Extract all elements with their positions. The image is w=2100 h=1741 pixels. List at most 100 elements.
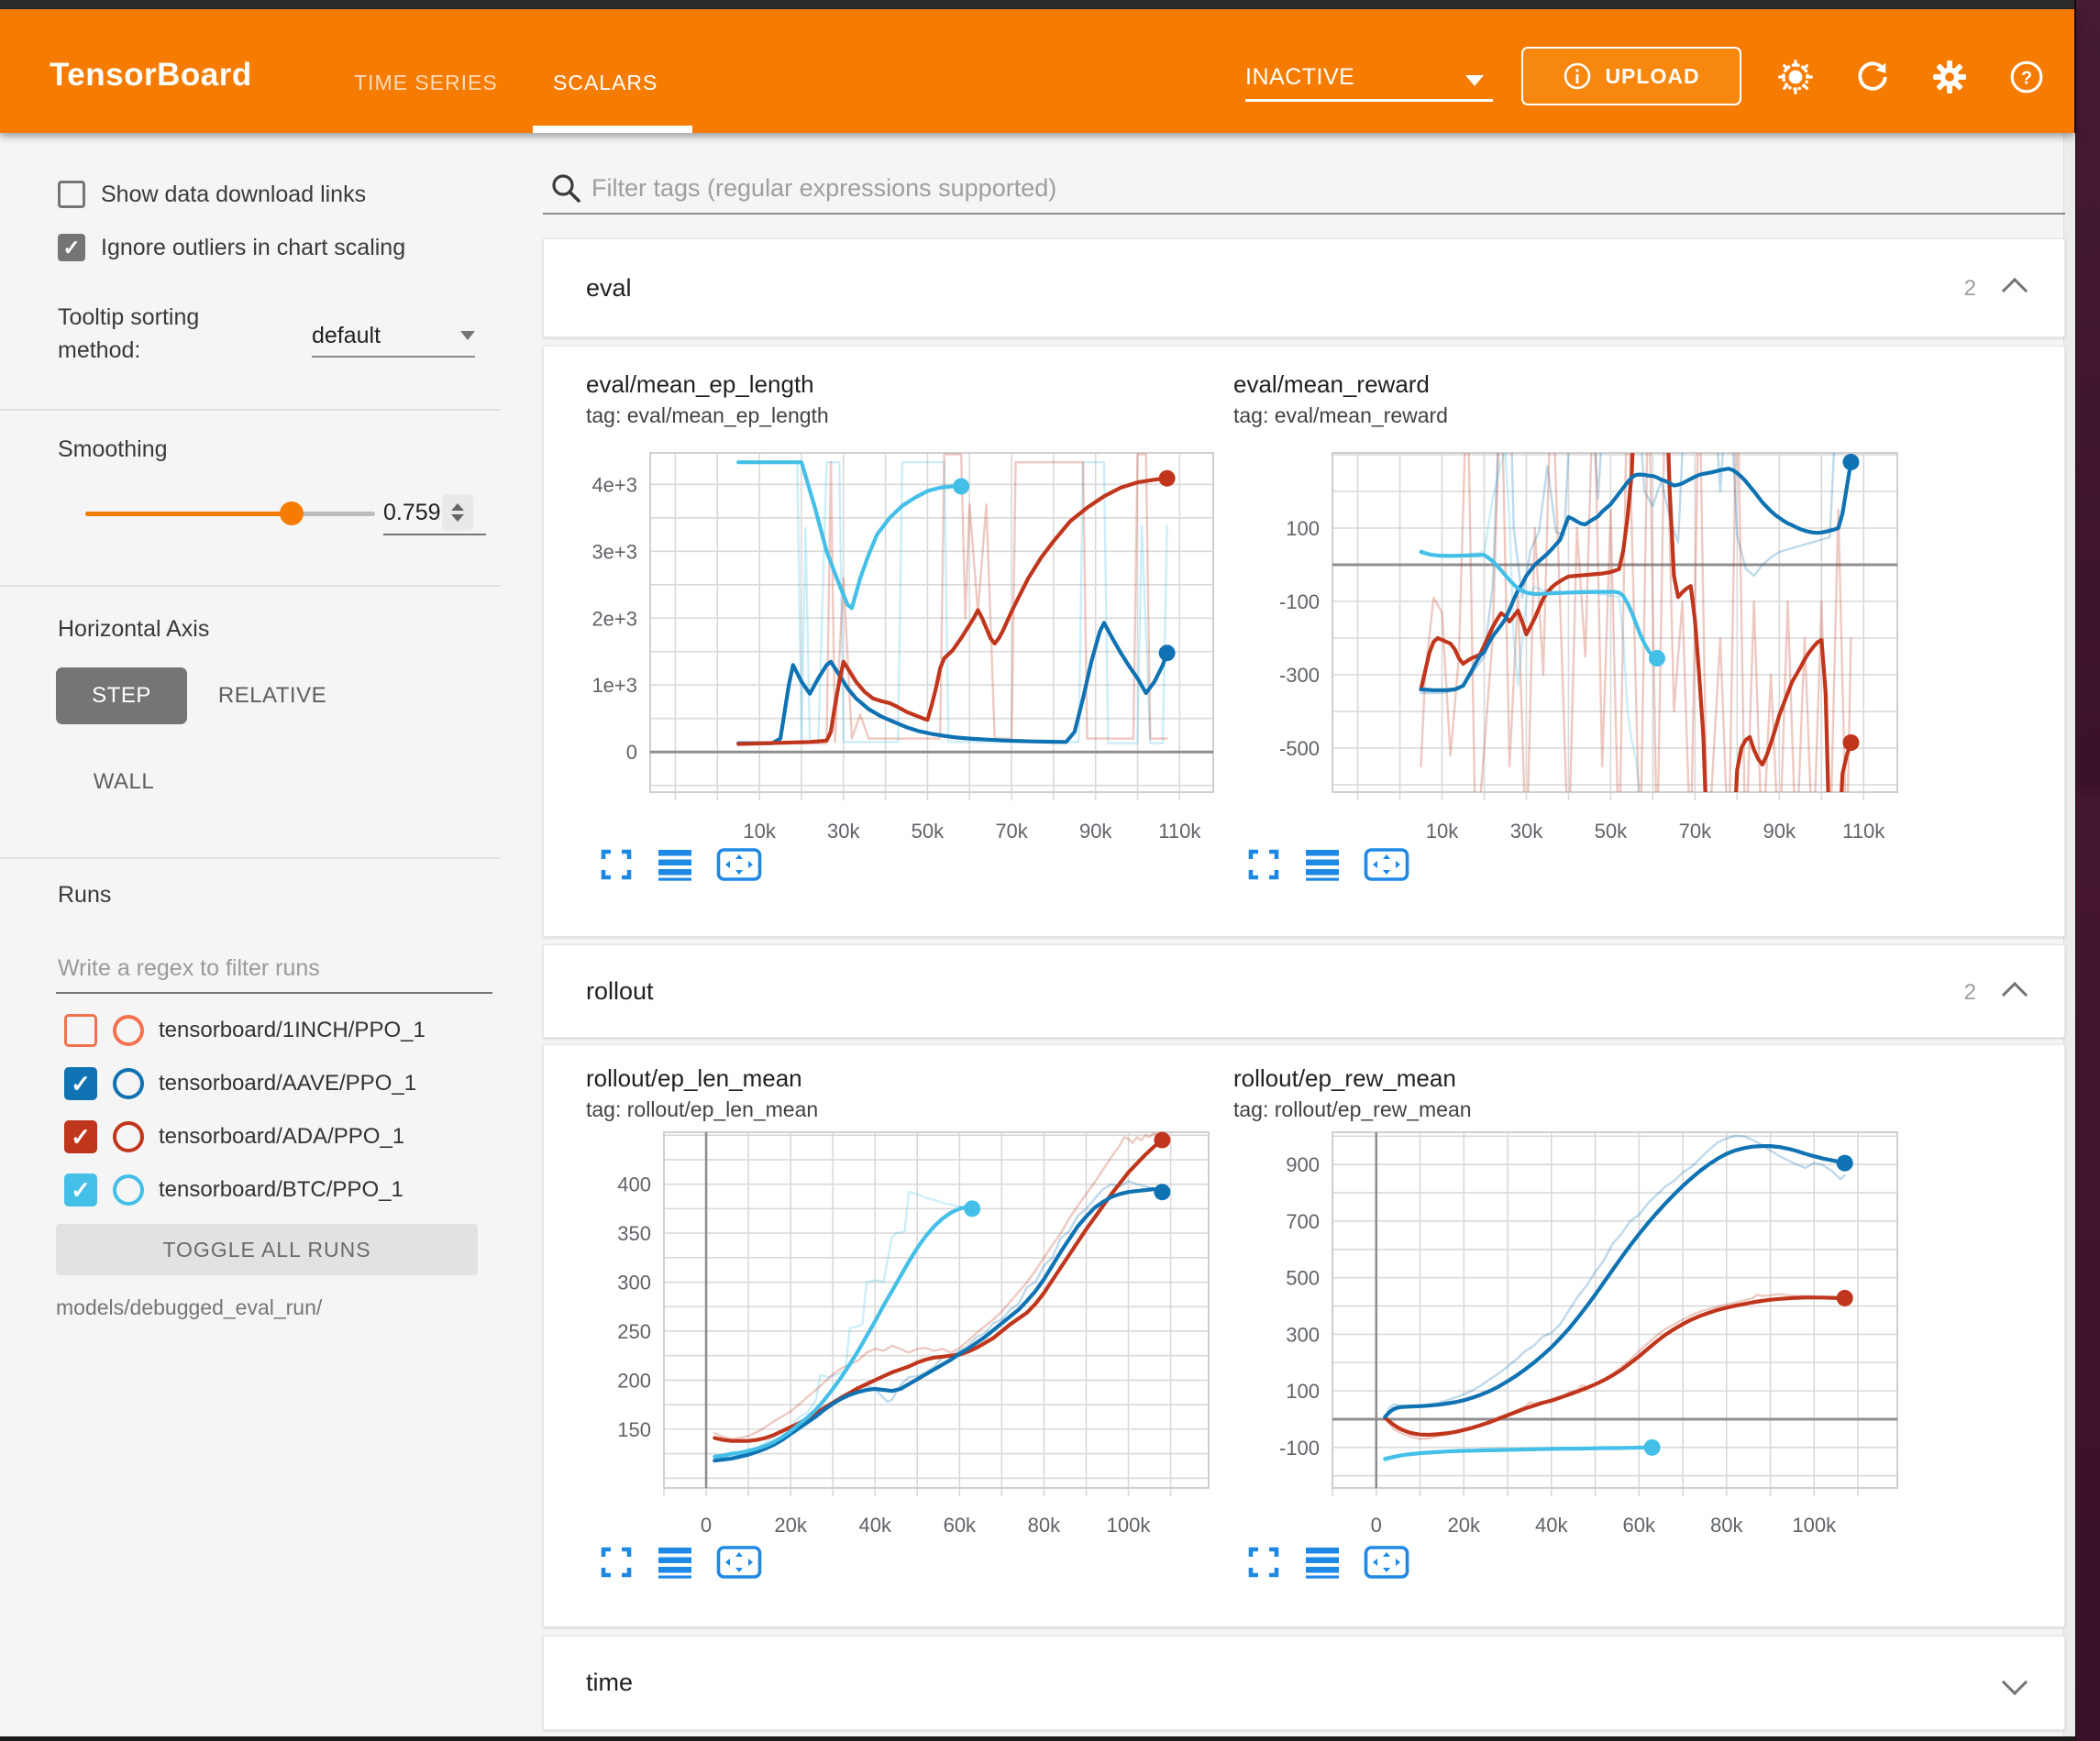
run-checkbox[interactable]: ✓ xyxy=(64,1067,97,1100)
svg-text:-500: -500 xyxy=(1279,737,1320,760)
section-chart-count: 2 xyxy=(1964,980,1976,1006)
stepper-up-icon[interactable] xyxy=(451,503,464,511)
chart-canvas-eval-mean-reward[interactable]: 10k30k50k70k90k110k100-100-300-500 xyxy=(1233,442,1930,838)
smoothing-slider-handle[interactable] xyxy=(280,501,304,525)
chart-title: rollout/ep_len_mean xyxy=(586,1064,802,1093)
pan-zoom-icon[interactable] xyxy=(1364,847,1409,882)
show-download-links-checkbox[interactable]: ✓ xyxy=(58,181,85,208)
run-row: ✓ tensorboard/1INCH/PPO_1 xyxy=(56,1010,496,1051)
fullscreen-icon[interactable] xyxy=(599,1545,634,1580)
run-label: tensorboard/ADA/PPO_1 xyxy=(159,1124,404,1150)
fullscreen-icon[interactable] xyxy=(1246,847,1281,882)
run-color-circle[interactable] xyxy=(113,1015,144,1046)
svg-text:30k: 30k xyxy=(1510,820,1543,838)
pan-zoom-icon[interactable] xyxy=(716,847,762,882)
run-checkbox[interactable]: ✓ xyxy=(64,1174,97,1207)
runs-base-path: models/debugged_eval_run/ xyxy=(56,1295,322,1320)
svg-text:-100: -100 xyxy=(1279,1437,1320,1460)
run-color-circle[interactable] xyxy=(113,1121,144,1152)
run-row: ✓ tensorboard/BTC/PPO_1 xyxy=(56,1170,496,1210)
help-icon[interactable]: ? xyxy=(2009,60,2044,94)
run-checkbox[interactable]: ✓ xyxy=(64,1120,97,1153)
axis-relative-button[interactable]: RELATIVE xyxy=(204,667,341,724)
stepper-down-icon[interactable] xyxy=(451,514,464,522)
smoothing-value-box xyxy=(383,491,486,535)
svg-text:0: 0 xyxy=(701,1514,712,1536)
refresh-icon[interactable] xyxy=(1855,60,1890,94)
tooltip-sorting-value: default xyxy=(312,323,381,349)
app-title: TensorBoard xyxy=(50,57,252,94)
data-table-icon[interactable] xyxy=(658,847,692,882)
run-label: tensorboard/BTC/PPO_1 xyxy=(159,1177,403,1203)
svg-text:40k: 40k xyxy=(858,1514,891,1536)
data-table-icon[interactable] xyxy=(1305,847,1340,882)
chart-canvas-rollout-ep-rew-mean[interactable]: 020k40k60k80k100k-100100300500700900 xyxy=(1233,1121,1930,1536)
toggle-all-runs-button[interactable]: TOGGLE ALL RUNS xyxy=(56,1224,478,1275)
svg-text:20k: 20k xyxy=(1448,1514,1481,1536)
desktop-background-edge xyxy=(2074,0,2100,1741)
chart-title: eval/mean_reward xyxy=(1233,370,1430,399)
data-table-icon[interactable] xyxy=(1305,1545,1340,1580)
section-title: eval xyxy=(586,274,632,303)
chart-canvas-eval-mean-ep-length[interactable]: 10k30k50k70k90k110k01e+32e+33e+34e+3 xyxy=(586,442,1283,838)
tab-scalars[interactable]: SCALARS xyxy=(553,64,658,101)
svg-text:20k: 20k xyxy=(774,1514,807,1536)
runs-filter-input[interactable] xyxy=(56,944,492,994)
svg-text:?: ? xyxy=(2021,68,2032,88)
settings-gear-icon[interactable] xyxy=(1932,60,1967,94)
section-header-time[interactable]: time xyxy=(543,1636,2065,1730)
svg-text:200: 200 xyxy=(617,1369,651,1392)
status-dropdown[interactable]: INACTIVE xyxy=(1245,64,1354,91)
status-dropdown-underline xyxy=(1245,99,1493,102)
svg-text:900: 900 xyxy=(1286,1153,1320,1176)
ignore-outliers-row: ✓ Ignore outliers in chart scaling xyxy=(58,234,405,261)
tab-time-series[interactable]: TIME SERIES xyxy=(354,64,498,101)
svg-text:90k: 90k xyxy=(1079,820,1112,838)
svg-text:60k: 60k xyxy=(1623,1514,1656,1536)
svg-text:350: 350 xyxy=(617,1222,651,1245)
runs-label: Runs xyxy=(58,882,111,909)
smoothing-value-stepper[interactable] xyxy=(442,494,473,531)
run-label: tensorboard/AAVE/PPO_1 xyxy=(159,1071,416,1096)
svg-text:0: 0 xyxy=(626,741,637,764)
upload-button-label: UPLOAD xyxy=(1605,64,1699,89)
section-chart-count: 2 xyxy=(1964,276,1976,302)
search-icon xyxy=(550,172,581,204)
section-body-rollout: rollout/ep_len_mean tag: rollout/ep_len_… xyxy=(543,1044,2065,1627)
chart-canvas-rollout-ep-len-mean[interactable]: 020k40k60k80k100k150200250300350400 xyxy=(586,1121,1283,1536)
fullscreen-icon[interactable] xyxy=(599,847,634,882)
app-header: TensorBoard TIME SERIES SCALARS INACTIVE… xyxy=(0,9,2074,133)
tooltip-sorting-dropdown[interactable]: default xyxy=(312,315,475,358)
fullscreen-icon[interactable] xyxy=(1246,1545,1281,1580)
section-body-eval: eval/mean_ep_length tag: eval/mean_ep_le… xyxy=(543,346,2065,937)
show-download-links-row: ✓ Show data download links xyxy=(58,181,366,208)
svg-text:10k: 10k xyxy=(743,820,776,838)
expand-section-icon[interactable] xyxy=(2002,1669,2028,1695)
axis-step-button[interactable]: STEP xyxy=(56,667,187,724)
run-checkbox[interactable]: ✓ xyxy=(64,1014,97,1047)
chevron-down-icon[interactable] xyxy=(1465,75,1484,86)
pan-zoom-icon[interactable] xyxy=(716,1545,762,1580)
section-title: time xyxy=(586,1669,633,1697)
upload-button[interactable]: UPLOAD xyxy=(1521,47,1741,105)
svg-text:100: 100 xyxy=(1286,1380,1320,1403)
active-tab-underline xyxy=(533,126,692,133)
svg-text:110k: 110k xyxy=(1158,820,1201,838)
smoothing-value-input[interactable] xyxy=(383,500,442,526)
axis-wall-button[interactable]: WALL xyxy=(73,754,174,810)
ignore-outliers-checkbox[interactable]: ✓ xyxy=(58,234,85,261)
run-row: ✓ tensorboard/ADA/PPO_1 xyxy=(56,1117,496,1157)
tooltip-sorting-label: Tooltip sorting method: xyxy=(58,301,278,367)
horizontal-axis-label: Horizontal Axis xyxy=(58,616,209,643)
run-color-circle[interactable] xyxy=(113,1174,144,1206)
collapse-section-icon[interactable] xyxy=(2002,982,2028,1008)
chart-toolbar xyxy=(1246,1545,1409,1580)
brightness-icon[interactable] xyxy=(1778,60,1813,94)
pan-zoom-icon[interactable] xyxy=(1364,1545,1409,1580)
section-header-rollout[interactable]: rollout 2 xyxy=(543,944,2065,1038)
section-header-eval[interactable]: eval 2 xyxy=(543,238,2065,337)
data-table-icon[interactable] xyxy=(658,1545,692,1580)
collapse-section-icon[interactable] xyxy=(2002,278,2028,303)
run-color-circle[interactable] xyxy=(113,1068,144,1099)
filter-tags-input[interactable] xyxy=(590,167,2024,209)
